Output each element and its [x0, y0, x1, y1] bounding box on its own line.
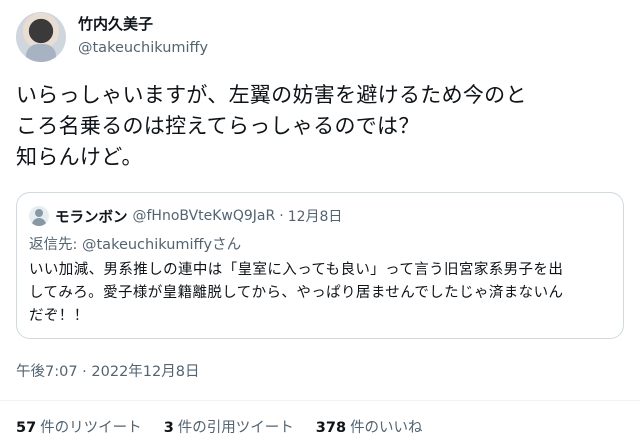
stat-count: 378: [315, 420, 347, 436]
stat-label: 件の引用ツイート: [177, 420, 294, 436]
author-avatar[interactable]: [16, 12, 66, 62]
stat-label: 件のいいね: [350, 420, 423, 436]
engagement-stats: 57 件のリツイート 3 件の引用ツイート 378 件のいいね: [16, 416, 445, 437]
quoted-text-line: だぞ！！: [29, 308, 89, 324]
reply-to-line: 返信先: @takeuchikumiffyさん: [29, 233, 241, 254]
tweet-text-line: 知らんけど。: [16, 145, 143, 169]
tweet-text: いらっしゃいますが、左翼の妨害を避けるため今のと ころ名乗るのは控えてらっしゃる…: [16, 80, 624, 173]
stat-label: 件のリツイート: [40, 420, 142, 436]
quoted-handle: @fHnoBVteKwQ9JaR: [132, 208, 276, 224]
quoted-tweet-header: モランボン @fHnoBVteKwQ9JaR · 12月8日: [29, 205, 342, 227]
reply-to-link[interactable]: @takeuchikumiffyさん: [82, 237, 241, 253]
author-handle[interactable]: @takeuchikumiffy: [78, 38, 208, 58]
quoted-date: 12月8日: [287, 209, 343, 225]
default-avatar-icon[interactable]: [29, 206, 49, 226]
tweet-header: 竹内久美子 @takeuchikumiffy: [16, 12, 624, 66]
quoted-text-line: いい加減、男系推しの連中は「皇室に入っても良い」って言う旧宮家系男子を出: [29, 262, 564, 278]
quoted-tweet-card[interactable]: モランボン @fHnoBVteKwQ9JaR · 12月8日 返信先: @tak…: [16, 192, 624, 339]
stat-count: 3: [163, 420, 174, 436]
avatar-shirt: [26, 44, 56, 62]
separator-dot: ·: [279, 208, 284, 224]
author-names: 竹内久美子 @takeuchikumiffy: [78, 14, 208, 58]
quoted-tweet-text: いい加減、男系推しの連中は「皇室に入っても良い」って言う旧宮家系男子を出 してみ…: [29, 259, 611, 328]
tweet-timestamp[interactable]: 午後7:07 · 2022年12月8日: [16, 360, 199, 381]
quoted-display-name: モランボン: [55, 209, 128, 226]
divider: [0, 400, 640, 401]
quote-tweets-stat[interactable]: 3 件の引用ツイート: [164, 416, 294, 437]
likes-stat[interactable]: 378 件のいいね: [316, 416, 423, 437]
author-display-name[interactable]: 竹内久美子: [78, 14, 208, 34]
tweet-text-line: いらっしゃいますが、左翼の妨害を避けるため今のと: [16, 83, 527, 107]
quoted-text-line: してみろ。愛子様が皇籍離脱してから、やっぱり居ませんでしたじゃ済まないん: [29, 285, 564, 301]
reply-prefix: 返信先:: [29, 237, 82, 253]
tweet-text-line: ころ名乗るのは控えてらっしゃるのでは？: [16, 114, 420, 138]
stat-count: 57: [16, 420, 37, 436]
retweets-stat[interactable]: 57 件のリツイート: [16, 416, 142, 437]
